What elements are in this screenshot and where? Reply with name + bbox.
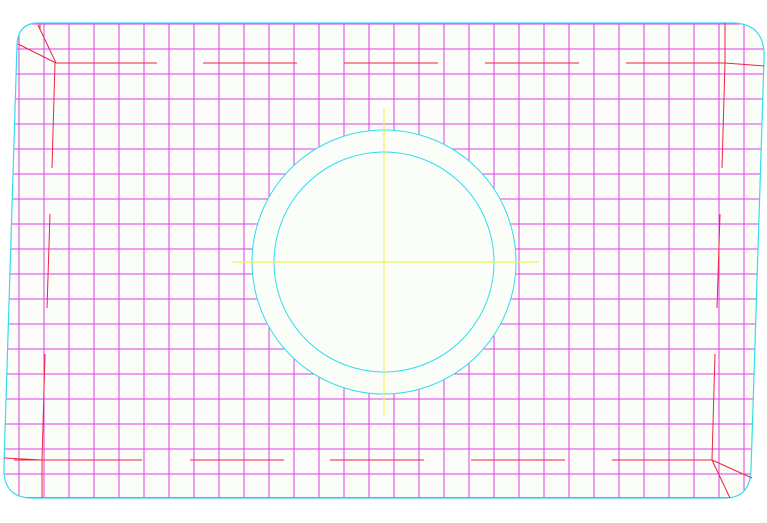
- cad-drawing-canvas: [3, 22, 765, 499]
